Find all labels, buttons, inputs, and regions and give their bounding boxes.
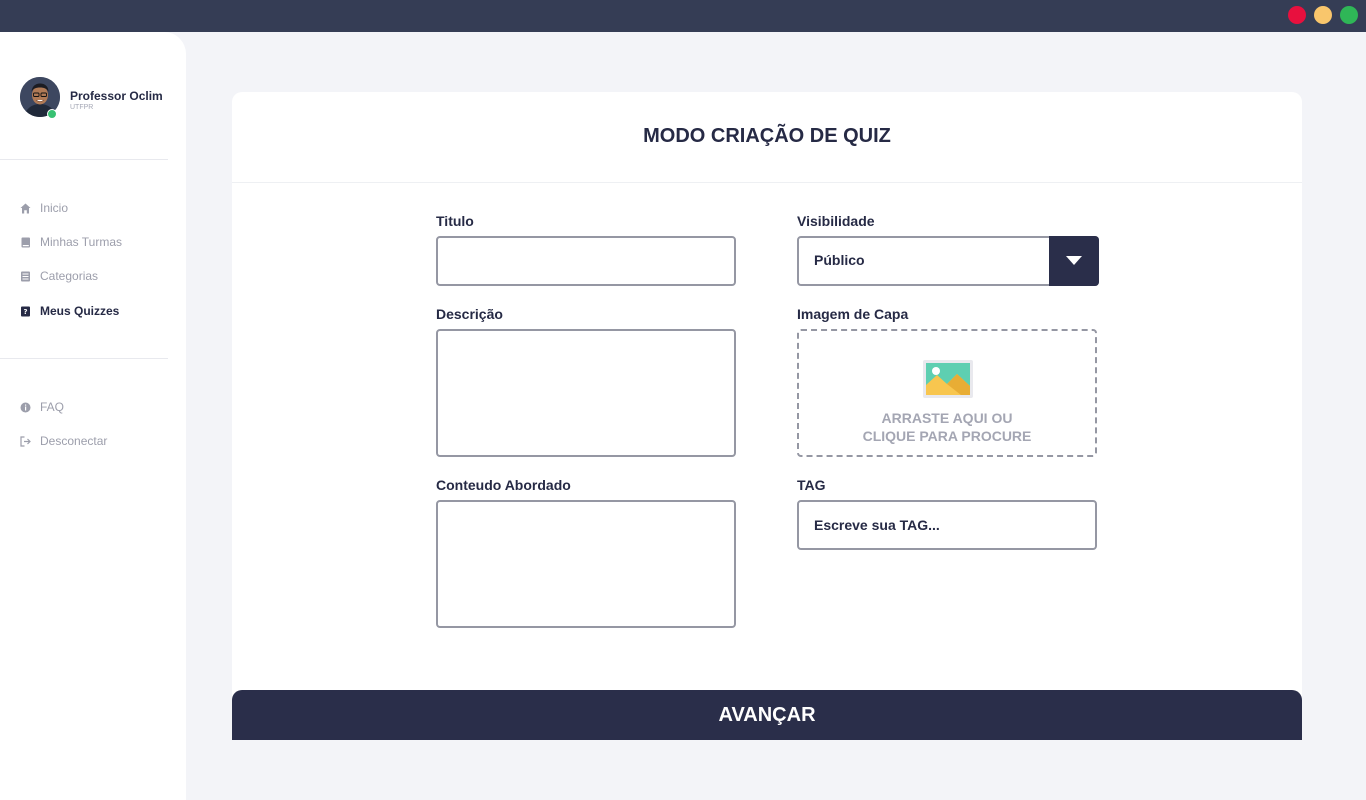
quiz-creation-card: MODO CRIAÇÃO DE QUIZ Titulo Descrição Co…	[232, 92, 1302, 740]
sidebar-divider	[0, 358, 168, 359]
quiz-icon: ?	[20, 306, 31, 317]
sidebar-item-label: Inicio	[40, 201, 69, 215]
sidebar-item-label: Desconectar	[40, 434, 108, 448]
image-icon	[923, 360, 973, 403]
visibilidade-select[interactable]: Público	[797, 236, 1099, 286]
descricao-textarea[interactable]	[438, 331, 734, 455]
window-titlebar	[0, 0, 1366, 32]
dropzone-text: ARRASTE AQUI OU CLIQUE PARA PROCURE	[862, 410, 1032, 444]
profile-institution: UTFPR	[70, 104, 94, 111]
home-icon	[20, 203, 31, 214]
conteudo-field[interactable]	[436, 500, 736, 628]
close-window-button[interactable]	[1288, 6, 1306, 24]
titulo-label: Titulo	[436, 213, 474, 229]
dropdown-toggle[interactable]	[1049, 236, 1099, 286]
tag-input[interactable]	[799, 502, 1095, 548]
sidebar-item-label: FAQ	[40, 400, 65, 414]
titulo-field[interactable]	[436, 236, 736, 286]
conteudo-textarea[interactable]	[438, 502, 734, 626]
sidebar-item-label: Categorias	[40, 269, 99, 283]
titulo-input[interactable]	[438, 238, 734, 284]
sidebar-item-desconectar[interactable]: Desconectar	[20, 432, 107, 450]
svg-text:?: ?	[23, 308, 27, 316]
descricao-label: Descrição	[436, 306, 503, 322]
maximize-window-button[interactable]	[1340, 6, 1358, 24]
card-divider	[232, 182, 1302, 183]
image-dropzone[interactable]: ARRASTE AQUI OU CLIQUE PARA PROCURE	[797, 329, 1097, 457]
visibilidade-label: Visibilidade	[797, 213, 875, 229]
list-icon	[20, 271, 31, 282]
chevron-down-icon	[1066, 256, 1082, 265]
minimize-window-button[interactable]	[1314, 6, 1332, 24]
user-profile[interactable]: Professor Oclim UTFPR	[20, 77, 180, 119]
sidebar-item-faq[interactable]: FAQ	[20, 398, 64, 416]
visibilidade-value: Público	[814, 252, 865, 268]
sidebar-divider	[0, 159, 168, 160]
sidebar-item-label: Minhas Turmas	[40, 235, 123, 249]
logout-icon	[20, 435, 31, 447]
sidebar: Professor Oclim UTFPR Inicio Minhas Turm…	[0, 32, 186, 800]
sidebar-item-inicio[interactable]: Inicio	[20, 199, 68, 217]
sidebar-item-categorias[interactable]: Categorias	[20, 267, 98, 285]
online-status-dot	[47, 109, 57, 119]
sidebar-item-meus-quizzes[interactable]: ? Meus Quizzes	[20, 302, 119, 320]
page-title: MODO CRIAÇÃO DE QUIZ	[643, 125, 891, 147]
tag-label: TAG	[797, 477, 826, 493]
conteudo-label: Conteudo Abordado	[436, 477, 571, 493]
advance-button[interactable]: AVANÇAR	[232, 690, 1302, 740]
tag-field[interactable]	[797, 500, 1097, 550]
sidebar-item-minhas-turmas[interactable]: Minhas Turmas	[20, 233, 122, 251]
info-icon	[20, 402, 31, 413]
descricao-field[interactable]	[436, 329, 736, 457]
book-icon	[20, 237, 31, 248]
sidebar-item-label: Meus Quizzes	[40, 304, 120, 318]
profile-name: Professor Oclim	[70, 89, 163, 103]
imagem-capa-label: Imagem de Capa	[797, 306, 909, 322]
